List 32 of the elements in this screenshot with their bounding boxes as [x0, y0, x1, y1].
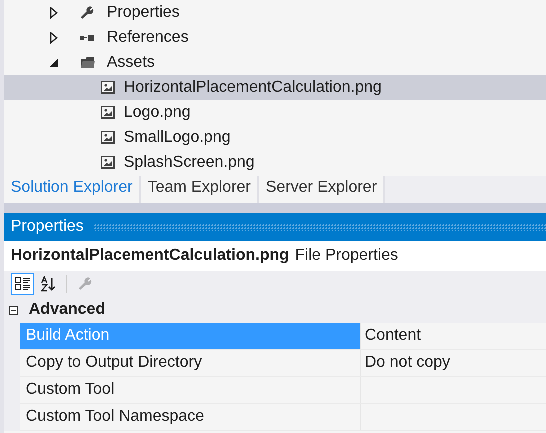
property-value[interactable]: Do not copy — [361, 350, 546, 376]
collapse-icon[interactable] — [9, 306, 18, 314]
tree-item[interactable]: References — [4, 25, 546, 50]
image-file-icon — [101, 156, 115, 169]
panel-tab[interactable]: Team Explorer — [140, 176, 259, 203]
object-name: HorizontalPlacementCalculation.png — [11, 247, 290, 265]
categorized-button[interactable] — [11, 273, 34, 295]
tree-item[interactable]: Logo.png — [4, 100, 546, 125]
collapsed-arrow-icon[interactable] — [49, 32, 59, 44]
property-value[interactable]: Content — [361, 323, 546, 349]
image-file-icon — [101, 106, 115, 119]
wrench-icon — [80, 6, 94, 20]
panel-tab[interactable]: Server Explorer — [259, 176, 386, 203]
wrench-icon — [78, 277, 92, 291]
tree-item[interactable]: HorizontalPlacementCalculation.png — [4, 75, 546, 100]
object-type: File Properties — [295, 247, 398, 265]
folder-icon — [80, 56, 96, 69]
tree-item[interactable]: Properties — [4, 0, 546, 25]
category-name: Advanced — [29, 301, 106, 319]
categorized-icon — [14, 276, 30, 292]
panel-title: Properties — [10, 218, 85, 236]
property-name[interactable]: Copy to Output Directory — [20, 350, 361, 376]
tree-item[interactable]: Assets — [4, 50, 546, 75]
expanded-arrow-icon[interactable] — [49, 58, 59, 68]
collapsed-arrow-icon[interactable] — [49, 6, 59, 18]
panel-tab[interactable]: Solution Explorer — [4, 176, 141, 203]
tree-item[interactable]: SplashScreen.png — [4, 150, 546, 175]
tree-item[interactable]: SmallLogo.png — [4, 125, 546, 150]
image-file-icon — [101, 131, 115, 144]
references-icon — [80, 34, 94, 42]
image-file-icon — [101, 81, 115, 94]
sort-icon — [40, 276, 56, 292]
